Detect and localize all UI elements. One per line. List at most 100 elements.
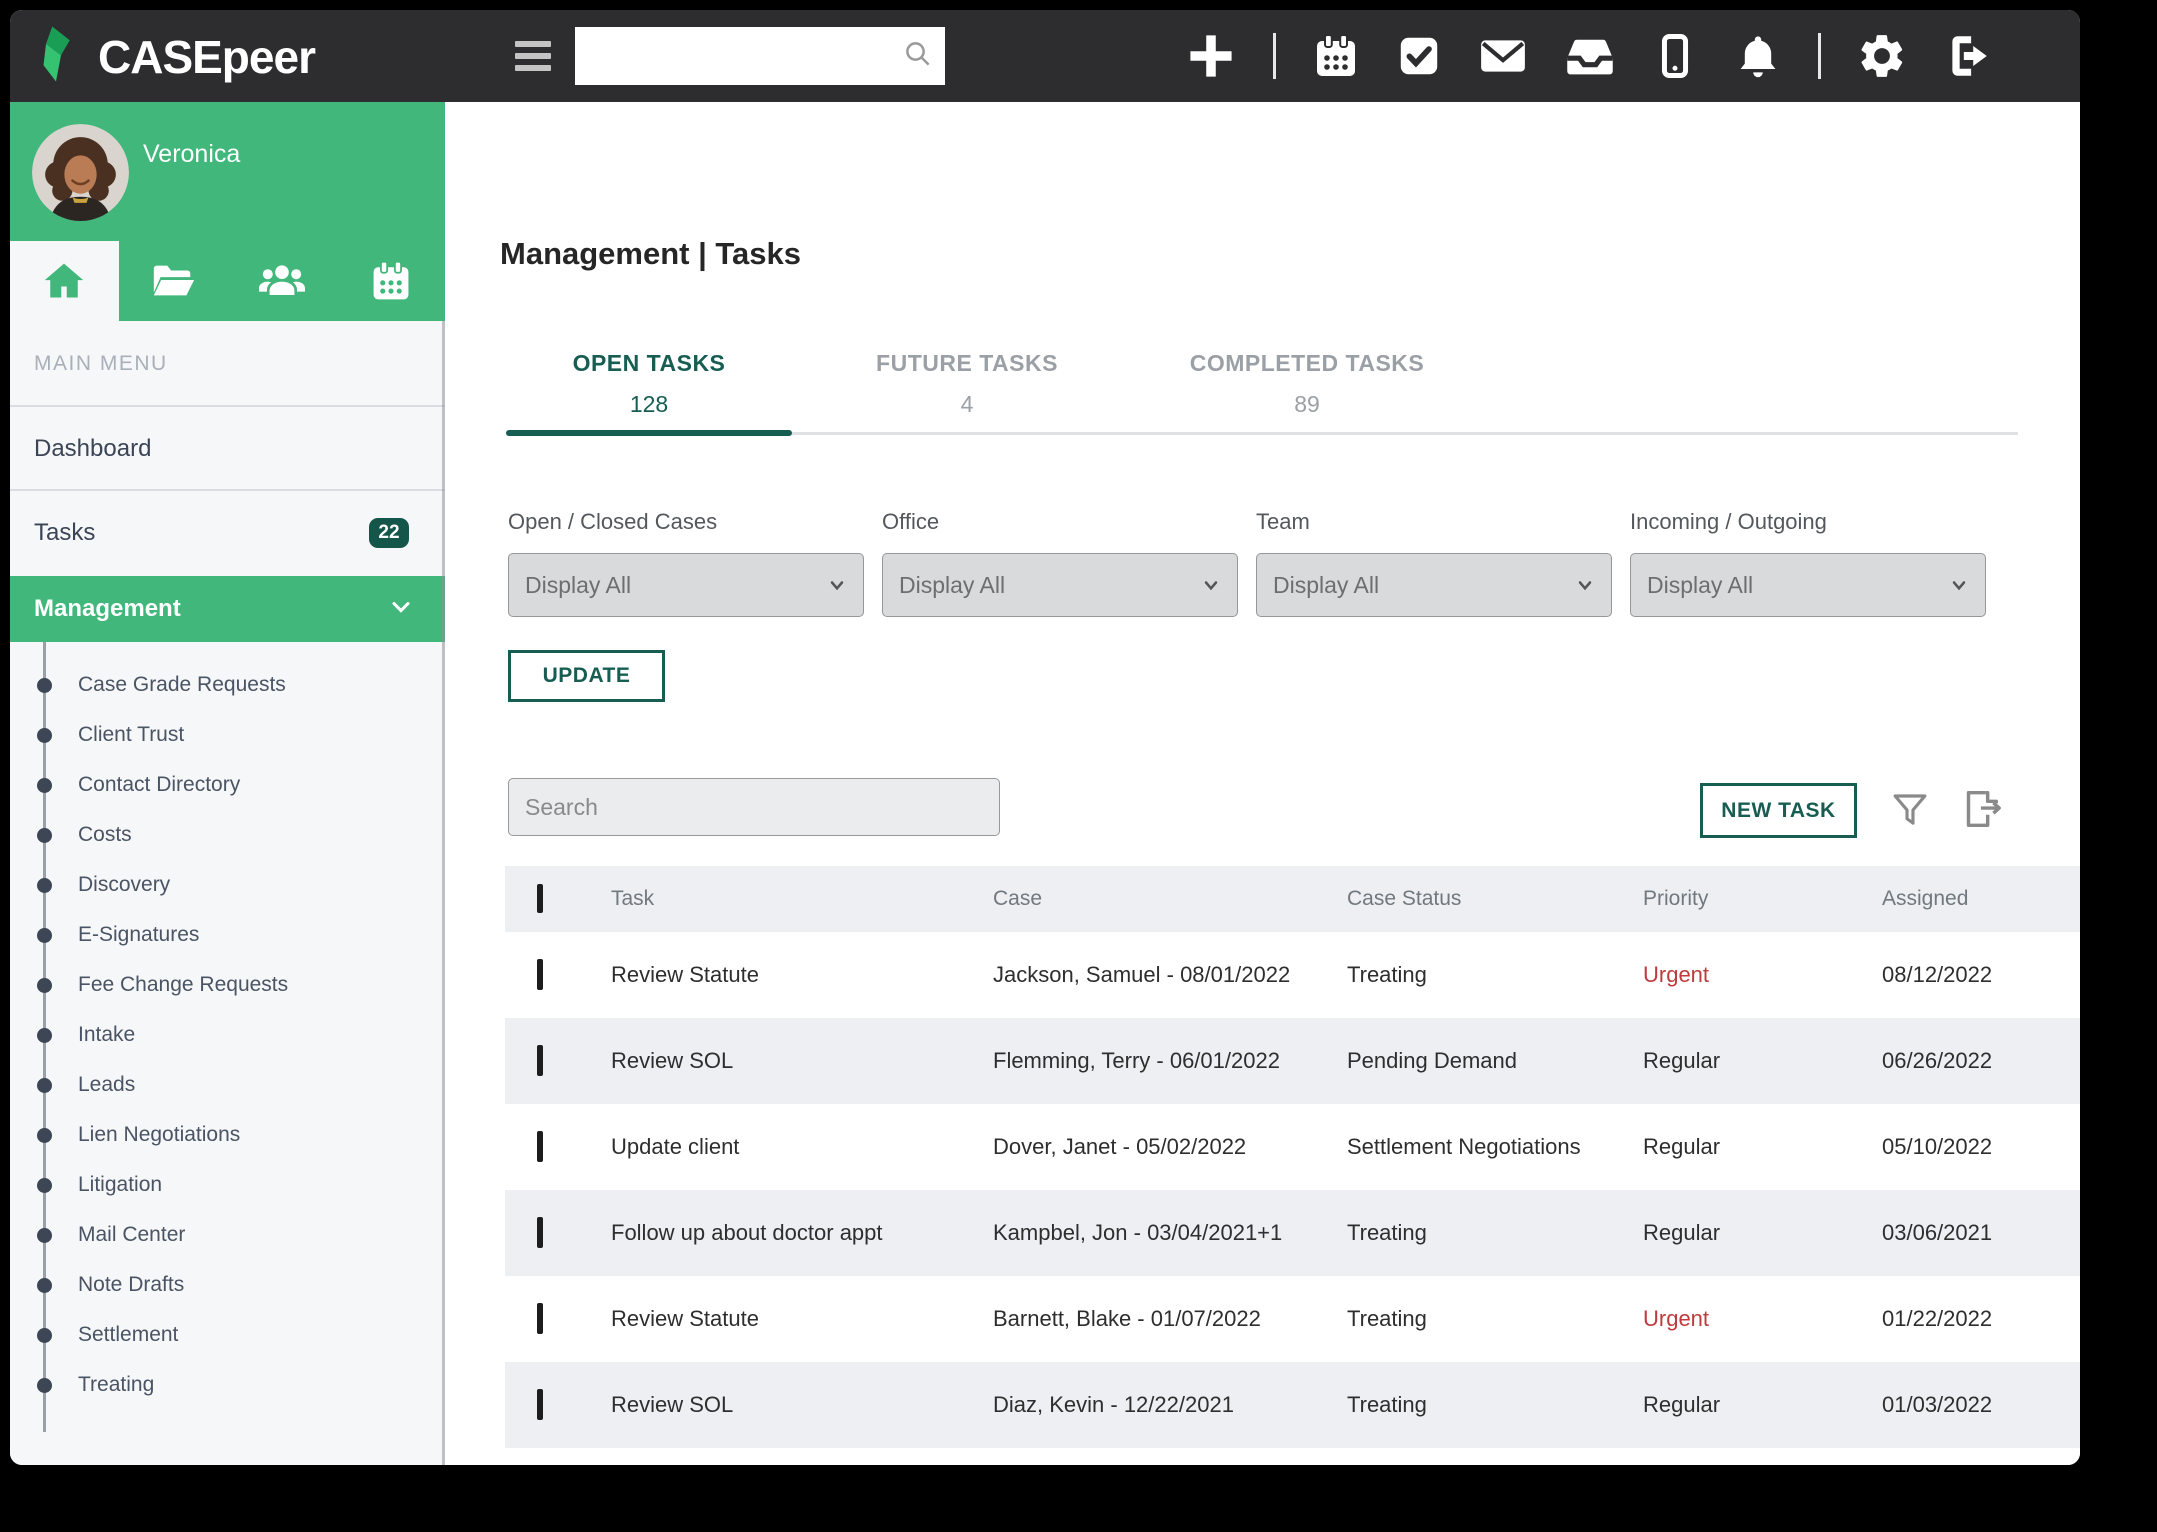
task-cell[interactable]: Update client <box>611 1134 993 1160</box>
column-header-case: Case <box>993 887 1347 911</box>
task-cell[interactable]: Review Statute <box>611 962 993 988</box>
bullet-icon <box>37 928 52 943</box>
plus-icon[interactable] <box>1185 30 1237 82</box>
notifications-bell-icon[interactable] <box>1734 32 1782 80</box>
sidebar-subitem[interactable]: Intake <box>10 1010 445 1060</box>
chevron-down-icon <box>1949 575 1969 595</box>
sidebar-subitem[interactable]: Treating <box>10 1360 445 1410</box>
case-status-cell: Treating <box>1347 1220 1643 1246</box>
case-status-cell: Pending Demand <box>1347 1048 1643 1074</box>
topbar-search-input[interactable] <box>575 27 903 85</box>
task-cell[interactable]: Review SOL <box>611 1048 993 1074</box>
select-all-checkbox[interactable] <box>537 884 543 913</box>
task-cell[interactable]: Review SOL <box>611 1392 993 1418</box>
sidebar-subitem[interactable]: E-Signatures <box>10 910 445 960</box>
task-cell[interactable]: Review Statute <box>611 1306 993 1332</box>
search-icon[interactable] <box>903 39 933 74</box>
sidebar-subitem[interactable]: Client Trust <box>10 710 445 760</box>
assigned-cell: 08/12/2022 <box>1882 962 2080 988</box>
bullet-icon <box>37 778 52 793</box>
sidebar-subitem[interactable]: Fee Change Requests <box>10 960 445 1010</box>
bullet-icon <box>37 978 52 993</box>
row-checkbox[interactable] <box>537 1389 543 1420</box>
chevron-down-icon <box>1201 575 1221 595</box>
sidebar-tab-calendar[interactable] <box>336 241 445 321</box>
sidebar-tab-bar <box>10 241 445 321</box>
topbar-icon-row <box>1185 10 1993 102</box>
priority-cell: Regular <box>1643 1392 1882 1418</box>
row-checkbox[interactable] <box>537 1131 543 1162</box>
row-checkbox[interactable] <box>537 959 543 990</box>
case-cell[interactable]: Barnett, Blake - 01/07/2022 <box>993 1306 1347 1332</box>
bullet-icon <box>37 1228 52 1243</box>
sidebar-subitem[interactable]: Costs <box>10 810 445 860</box>
sidebar-tab-cases[interactable] <box>119 241 228 321</box>
chevron-down-icon <box>387 593 415 626</box>
table-row: Update client Dover, Janet - 05/02/2022 … <box>505 1104 2080 1190</box>
column-header-case-status: Case Status <box>1347 887 1643 911</box>
filter-dropdown[interactable]: Display All <box>508 553 864 617</box>
task-search-input[interactable] <box>508 778 1000 836</box>
row-checkbox[interactable] <box>537 1045 543 1076</box>
filter-dropdown[interactable]: Display All <box>1256 553 1612 617</box>
row-checkbox[interactable] <box>537 1303 543 1334</box>
case-cell[interactable]: Kampbel, Jon - 03/04/2021+1 <box>993 1220 1347 1246</box>
tasks-check-icon[interactable] <box>1396 33 1442 79</box>
sidebar-subitem[interactable]: Leads <box>10 1060 445 1110</box>
task-tab[interactable]: OPEN TASKS 128 <box>506 342 792 428</box>
tasks-count-badge: 22 <box>369 518 409 548</box>
sidebar-subitem[interactable]: Mail Center <box>10 1210 445 1260</box>
assigned-cell: 01/03/2022 <box>1882 1392 2080 1418</box>
filter: Office Display All <box>882 510 1238 617</box>
bullet-icon <box>37 678 52 693</box>
assigned-cell: 01/22/2022 <box>1882 1306 2080 1332</box>
update-button[interactable]: UPDATE <box>508 650 665 702</box>
active-tab-indicator <box>506 430 792 436</box>
priority-cell: Regular <box>1643 1134 1882 1160</box>
filter: Team Display All <box>1256 510 1612 617</box>
priority-cell: Urgent <box>1643 1306 1882 1332</box>
sidebar-subitem[interactable]: Case Grade Requests <box>10 660 445 710</box>
bullet-icon <box>37 1078 52 1093</box>
settings-gear-icon[interactable] <box>1857 31 1907 81</box>
case-cell[interactable]: Dover, Janet - 05/02/2022 <box>993 1134 1347 1160</box>
mobile-icon[interactable] <box>1652 33 1698 79</box>
sidebar-item-management[interactable]: Management <box>10 576 445 642</box>
calendar-icon[interactable] <box>1312 32 1360 80</box>
sidebar-item-tasks[interactable]: Tasks 22 <box>10 490 445 576</box>
main-menu-label: MAIN MENU <box>34 352 168 376</box>
page-title: Management | Tasks <box>500 236 801 272</box>
bullet-icon <box>37 1128 52 1143</box>
filter-dropdown[interactable]: Display All <box>1630 553 1986 617</box>
avatar[interactable] <box>32 124 129 221</box>
export-icon[interactable] <box>1957 786 2003 837</box>
mail-icon[interactable] <box>1478 31 1528 81</box>
sidebar-tab-home[interactable] <box>10 241 119 321</box>
sidebar-subitem[interactable]: Lien Negotiations <box>10 1110 445 1160</box>
case-cell[interactable]: Jackson, Samuel - 08/01/2022 <box>993 962 1347 988</box>
hamburger-menu-icon[interactable] <box>515 36 555 76</box>
filter-funnel-icon[interactable] <box>1889 788 1931 837</box>
sidebar-subitem[interactable]: Litigation <box>10 1160 445 1210</box>
case-cell[interactable]: Diaz, Kevin - 12/22/2021 <box>993 1392 1347 1418</box>
new-task-button[interactable]: NEW TASK <box>1700 783 1857 838</box>
task-tab[interactable]: FUTURE TASKS 4 <box>807 342 1127 428</box>
sidebar-subitem[interactable]: Contact Directory <box>10 760 445 810</box>
inbox-icon[interactable] <box>1564 30 1616 82</box>
sidebar-user-header: Veronica <box>10 102 445 241</box>
assigned-cell: 03/06/2021 <box>1882 1220 2080 1246</box>
sidebar-tab-contacts[interactable] <box>228 241 337 321</box>
case-cell[interactable]: Flemming, Terry - 06/01/2022 <box>993 1048 1347 1074</box>
sign-out-icon[interactable] <box>1943 31 1993 81</box>
task-cell[interactable]: Follow up about doctor appt <box>611 1220 993 1246</box>
table-row: Review SOL Diaz, Kevin - 12/22/2021 Trea… <box>505 1362 2080 1448</box>
row-checkbox[interactable] <box>537 1217 543 1248</box>
app-window: CASEpeer <box>10 10 2080 1465</box>
sidebar-item-dashboard[interactable]: Dashboard <box>10 407 445 490</box>
sidebar-subitem[interactable]: Settlement <box>10 1310 445 1360</box>
sidebar-subitem[interactable]: Note Drafts <box>10 1260 445 1310</box>
sidebar-subitem[interactable]: Discovery <box>10 860 445 910</box>
logo[interactable]: CASEpeer <box>34 24 315 89</box>
task-tab[interactable]: COMPLETED TASKS 89 <box>1142 342 1472 428</box>
filter-dropdown[interactable]: Display All <box>882 553 1238 617</box>
